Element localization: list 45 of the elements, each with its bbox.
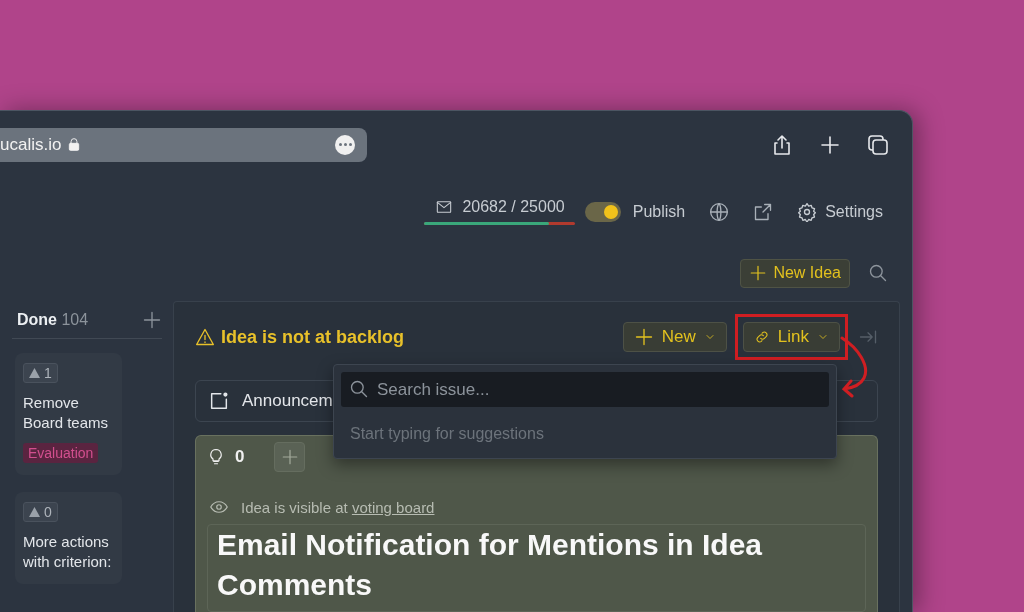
search-icon — [868, 263, 888, 283]
idea-card[interactable]: 1 Remove Board teams Evaluation — [15, 353, 122, 475]
add-vote-button[interactable] — [274, 442, 306, 472]
plus-icon — [142, 309, 162, 330]
plus-icon — [749, 264, 768, 282]
globe-icon — [709, 201, 730, 222]
vote-button[interactable]: 1 — [23, 363, 58, 383]
publish-toggle[interactable] — [584, 201, 621, 222]
external-link-icon — [753, 201, 774, 222]
more-icon[interactable] — [335, 134, 355, 155]
suggestions-hint: Start typing for suggestions — [350, 425, 545, 443]
card-title: Remove Board teams — [23, 393, 110, 433]
upvote-icon — [29, 368, 40, 378]
new-button[interactable]: New — [622, 322, 727, 352]
type-label: Announcem — [242, 391, 333, 411]
settings-button[interactable]: Settings — [797, 201, 883, 222]
warning-icon — [195, 327, 215, 347]
link-button[interactable]: Link — [742, 322, 840, 352]
url-text: ucalis.io — [0, 134, 62, 155]
lock-icon — [67, 136, 82, 153]
email-quota: 20682 / 25000 — [462, 198, 565, 216]
address-bar[interactable]: ucalis.io — [0, 127, 367, 162]
announcement-icon — [208, 390, 230, 412]
search-issue-field[interactable]: Search issue... — [341, 372, 829, 407]
plus-icon — [280, 448, 299, 466]
new-idea-button[interactable]: New Idea — [740, 258, 850, 288]
link-icon — [753, 329, 770, 345]
eye-icon — [207, 498, 231, 516]
idea-card[interactable]: 0 More actions with criterion: — [15, 492, 122, 584]
warning-text: Idea is not at backlog — [221, 326, 405, 348]
search-icon — [349, 379, 369, 399]
tabs-icon — [866, 132, 890, 157]
visibility-text: Idea is visible at voting board — [241, 498, 435, 516]
add-card-button[interactable] — [142, 309, 162, 330]
card-title: More actions with criterion: — [23, 532, 113, 572]
voting-board-link[interactable]: voting board — [351, 498, 435, 516]
vote-count: 0 — [235, 447, 245, 467]
settings-icon — [797, 201, 818, 222]
plus-icon — [633, 327, 654, 347]
upvote-icon — [29, 507, 40, 517]
vote-button[interactable]: 0 — [23, 502, 58, 522]
publish-label: Publish — [632, 202, 686, 221]
idea-title-field[interactable]: Email Notification for Mentions in Idea Comments — [207, 524, 866, 612]
status-tag: Evaluation — [23, 443, 99, 463]
column-title: Done 104 — [17, 310, 89, 329]
